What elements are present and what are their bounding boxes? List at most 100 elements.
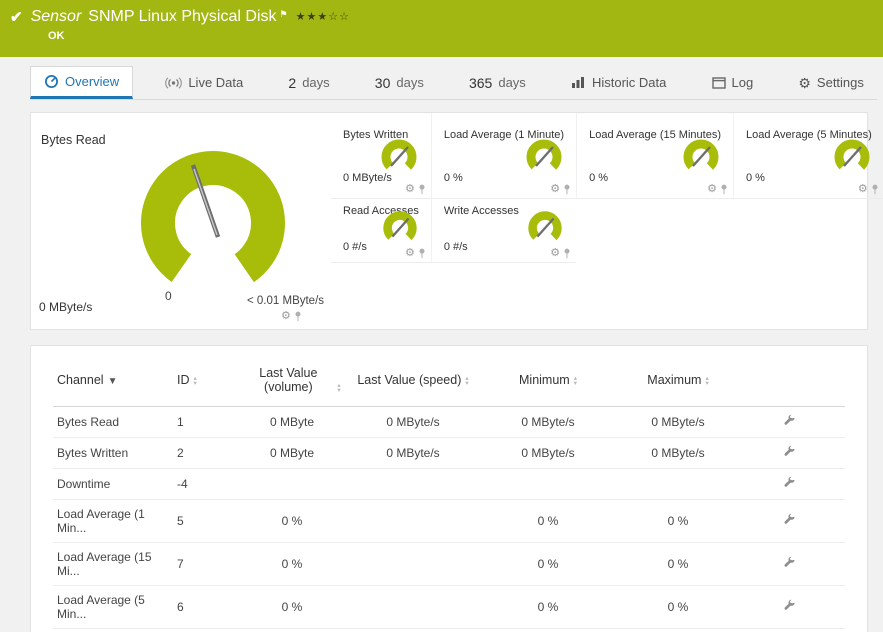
tab-30-days-unit: days	[396, 75, 424, 90]
column-header-minimum[interactable]: Minimum ▴ ▾	[473, 356, 623, 407]
pin-icon[interactable]	[418, 248, 426, 259]
sort-icon: ▴ ▾	[705, 375, 709, 387]
flag-icon[interactable]: ⚑	[280, 9, 288, 20]
cell-min: 0 %	[537, 600, 559, 614]
tab-365-days[interactable]: 365 days	[456, 66, 539, 99]
table-row: Load Average (15 Mi... 7 0 % 0 % 0 %	[53, 543, 845, 586]
cell-speed: 0 MByte/s	[386, 446, 440, 460]
tab-log[interactable]: Log	[699, 66, 767, 99]
table-row: Read Accesses 3 0 # 0 #/s 0 #/s 0 #/s	[53, 629, 845, 632]
small-gauges-grid: Bytes Written 0 MByte/s ⚙ Load Average (…	[331, 113, 883, 329]
status-badge: OK	[48, 30, 65, 42]
tab-overview[interactable]: Overview	[30, 66, 134, 99]
tab-2-days-number: 2	[288, 74, 297, 91]
sort-down-arrow: ▾	[193, 379, 197, 387]
star-icon[interactable]: ☆	[328, 11, 339, 23]
sort-icon: ▴ ▾	[465, 375, 468, 387]
star-icon[interactable]: ☆	[339, 11, 350, 23]
sort-down-arrow: ▾	[337, 386, 341, 394]
cell-id: 1	[177, 415, 184, 429]
gauge-write-accesses: Write Accesses 0 #/s ⚙	[430, 199, 577, 263]
wrench-icon[interactable]	[783, 445, 796, 461]
table-row: Bytes Read 1 0 MByte 0 MByte/s 0 MByte/s…	[53, 407, 845, 438]
tab-2-days[interactable]: 2 days	[275, 66, 342, 99]
gear-icon: ⚙	[798, 74, 811, 91]
gauge-load-average-1-minute: Load Average (1 Minute) 0 % ⚙	[430, 113, 577, 199]
cell-channel: Downtime	[57, 477, 111, 491]
gear-icon[interactable]: ⚙	[405, 248, 415, 259]
cell-volume: 0 %	[281, 600, 303, 614]
gear-icon[interactable]: ⚙	[707, 184, 717, 195]
wrench-icon[interactable]	[783, 556, 796, 572]
tab-settings-label: Settings	[816, 75, 864, 90]
cell-volume: 0 MByte	[269, 446, 314, 460]
cell-max: 0 %	[667, 514, 689, 528]
gear-icon[interactable]: ⚙	[858, 184, 868, 195]
cell-channel: Load Average (15 Mi...	[57, 550, 152, 578]
status-ok-check-icon: ✔	[10, 9, 23, 26]
small-dial	[526, 139, 562, 175]
table-row: Bytes Written 2 0 MByte 0 MByte/s 0 MByt…	[53, 438, 845, 469]
overview-gauge-icon	[45, 75, 58, 88]
tab-overview-label: Overview	[65, 74, 120, 89]
star-icon[interactable]: ★	[296, 11, 307, 23]
small-dial	[528, 211, 562, 245]
cell-volume: 0 MByte	[269, 415, 314, 429]
tab-bar: Overview Live Data 2 days 30 days 365 da…	[30, 66, 877, 100]
gauge-load-average-15-minutes: Load Average (15 Minutes) 0 % ⚙	[576, 113, 733, 199]
tab-30-days[interactable]: 30 days	[362, 66, 437, 99]
wrench-icon[interactable]	[783, 513, 796, 529]
pin-icon[interactable]	[871, 184, 879, 195]
column-header-last-value-volume[interactable]: Last Value (volume) ▴ ▾	[231, 356, 353, 407]
column-header-maximum[interactable]: Maximum ▴ ▾	[623, 356, 733, 407]
cell-min: 0 %	[537, 514, 559, 528]
gauge-bytes-read: Bytes Read 0 MByte/s 0 < 0.01 MByte/s ⚙	[31, 113, 331, 329]
table-row: Load Average (1 Min... 5 0 % 0 % 0 %	[53, 500, 845, 543]
column-header-channel[interactable]: Channel ▼	[53, 356, 173, 407]
pin-icon[interactable]	[294, 311, 302, 322]
column-header-actions	[733, 356, 845, 407]
column-label: Last Value (volume)	[259, 366, 318, 394]
gear-icon[interactable]: ⚙	[550, 248, 560, 259]
sort-desc-icon: ▼	[107, 376, 118, 387]
tab-settings[interactable]: ⚙ Settings	[785, 66, 877, 99]
star-icon[interactable]: ★	[317, 11, 328, 23]
tab-365-days-number: 365	[468, 74, 493, 91]
tab-historic-data[interactable]: Historic Data	[558, 66, 679, 99]
star-icon[interactable]: ★	[306, 11, 317, 23]
column-header-id[interactable]: ID ▴ ▾	[173, 356, 231, 407]
gear-icon[interactable]: ⚙	[281, 311, 291, 322]
log-window-icon	[711, 76, 726, 89]
pin-icon[interactable]	[720, 184, 728, 195]
sort-icon: ▴ ▾	[573, 375, 577, 387]
tab-live-data[interactable]: Live Data	[152, 66, 256, 99]
small-dial	[683, 139, 719, 175]
wrench-icon[interactable]	[783, 599, 796, 615]
cell-id: 7	[177, 557, 184, 571]
cell-id: 6	[177, 600, 184, 614]
sort-down-arrow: ▾	[573, 379, 577, 387]
pin-icon[interactable]	[563, 248, 571, 259]
column-header-last-value-speed[interactable]: Last Value (speed) ▴ ▾	[353, 356, 473, 407]
cell-channel: Load Average (1 Min...	[57, 507, 145, 535]
pin-icon[interactable]	[418, 184, 426, 195]
gauge-value: 0 MByte/s	[343, 172, 392, 184]
sort-down-arrow: ▾	[705, 379, 709, 387]
cell-channel: Load Average (5 Min...	[57, 593, 145, 621]
cell-channel: Bytes Read	[57, 415, 120, 429]
gear-icon[interactable]: ⚙	[550, 184, 560, 195]
cell-id: 5	[177, 514, 184, 528]
gear-icon[interactable]: ⚙	[405, 184, 415, 195]
wrench-icon[interactable]	[783, 414, 796, 430]
priority-stars[interactable]: ★★★☆☆	[296, 10, 350, 23]
tab-historic-data-label: Historic Data	[591, 75, 667, 90]
cell-min: 0 %	[537, 557, 559, 571]
cell-id: -4	[177, 477, 188, 491]
gauge-title: Bytes Read	[41, 133, 106, 147]
wrench-icon[interactable]	[783, 476, 796, 492]
pin-icon[interactable]	[563, 184, 571, 195]
sort-icon: ▴ ▾	[337, 382, 341, 394]
bar-chart-icon	[571, 77, 584, 88]
cell-min: 0 MByte/s	[521, 446, 575, 460]
gauge-zero-label: 0	[165, 289, 172, 303]
